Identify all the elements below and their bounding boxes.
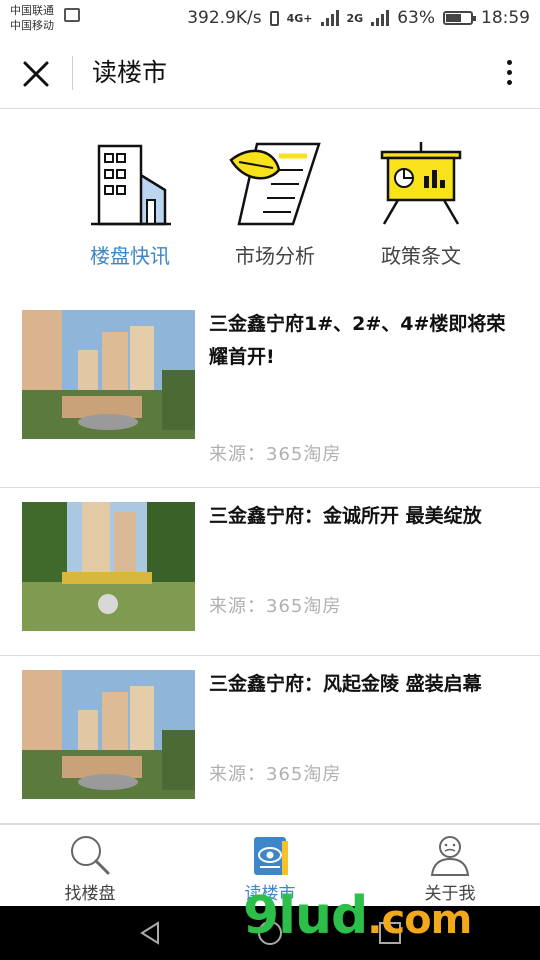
- article-source: 来源：365淘房: [209, 596, 342, 617]
- more-options-button[interactable]: [502, 56, 516, 92]
- article-item[interactable]: 三金鑫宁府1#、2#、4#楼即将荣耀首开! 来源：365淘房: [0, 296, 540, 488]
- battery-icon: [443, 11, 476, 25]
- presentation-board-icon: [380, 142, 462, 225]
- article-item[interactable]: 三金鑫宁府：金诚所开 最美绽放 来源：365淘房: [0, 488, 540, 656]
- clock: 18:59: [481, 8, 530, 28]
- carrier-info: 中国联通 中国移动: [10, 3, 54, 33]
- category-market-analysis[interactable]: 市场分析: [200, 140, 350, 269]
- network-type-2: 2G: [346, 11, 364, 25]
- signal-icon-2: [371, 10, 390, 26]
- header-divider: [72, 56, 73, 90]
- more-icon-dot: [506, 80, 512, 85]
- article-item[interactable]: 三金鑫宁府：风起金陵 盛装启幕 来源：365淘房: [0, 656, 540, 824]
- carrier-2: 中国移动: [10, 19, 54, 32]
- category-label: 楼盘快讯: [90, 244, 170, 268]
- status-bar: 中国联通 中国移动 392.9K/s 4G+ 2G 63% 18:59: [0, 0, 540, 38]
- tab-find-property[interactable]: 找楼盘: [35, 833, 145, 904]
- close-button[interactable]: [18, 56, 54, 92]
- document-feather-icon: [229, 142, 321, 226]
- article-title: 三金鑫宁府：风起金陵 盛装启幕: [209, 673, 482, 695]
- more-icon-dot: [506, 60, 512, 65]
- watermark-suffix: .com: [367, 897, 472, 943]
- app-header: 读楼市: [0, 38, 540, 109]
- article-source: 来源：365淘房: [209, 764, 342, 785]
- person-icon: [430, 836, 470, 876]
- book-eye-icon: [254, 837, 288, 875]
- network-type-1: 4G+: [286, 11, 313, 25]
- signal-icon-1: [320, 10, 339, 26]
- magnifier-icon: [71, 836, 110, 875]
- battery-fill: [446, 14, 461, 22]
- watermark-logo: 9lud.com: [243, 886, 472, 946]
- article-thumbnail: [22, 310, 195, 439]
- article-thumbnail: [22, 502, 195, 631]
- close-icon: [23, 61, 49, 87]
- article-title: 三金鑫宁府：金诚所开 最美绽放: [209, 505, 482, 527]
- network-speed: 392.9K/s: [187, 8, 262, 28]
- category-label: 市场分析: [235, 244, 315, 268]
- status-indicators: 392.9K/s 4G+ 2G 63% 18:59: [187, 8, 530, 28]
- article-title: 三金鑫宁府1#、2#、4#楼即将荣耀首开!: [209, 313, 506, 368]
- carrier-1: 中国联通: [10, 4, 54, 17]
- page-title: 读楼市: [92, 58, 168, 87]
- category-label: 政策条文: [381, 244, 461, 268]
- article-source: 来源：365淘房: [209, 444, 342, 465]
- vibrate-icon: [269, 10, 279, 26]
- image-notification-icon: [64, 8, 80, 22]
- back-nav-icon[interactable]: [138, 920, 164, 946]
- category-news[interactable]: 楼盘快讯: [55, 140, 205, 269]
- more-icon-dot: [506, 70, 512, 75]
- article-thumbnail: [22, 670, 195, 799]
- watermark-text: 9lud: [243, 886, 368, 946]
- building-icon: [91, 144, 171, 226]
- battery-percent: 63%: [397, 8, 435, 28]
- category-policy[interactable]: 政策条文: [346, 140, 496, 269]
- category-row: 楼盘快讯 市场分析 政策条文: [0, 140, 540, 275]
- tab-label: 找楼盘: [64, 884, 116, 904]
